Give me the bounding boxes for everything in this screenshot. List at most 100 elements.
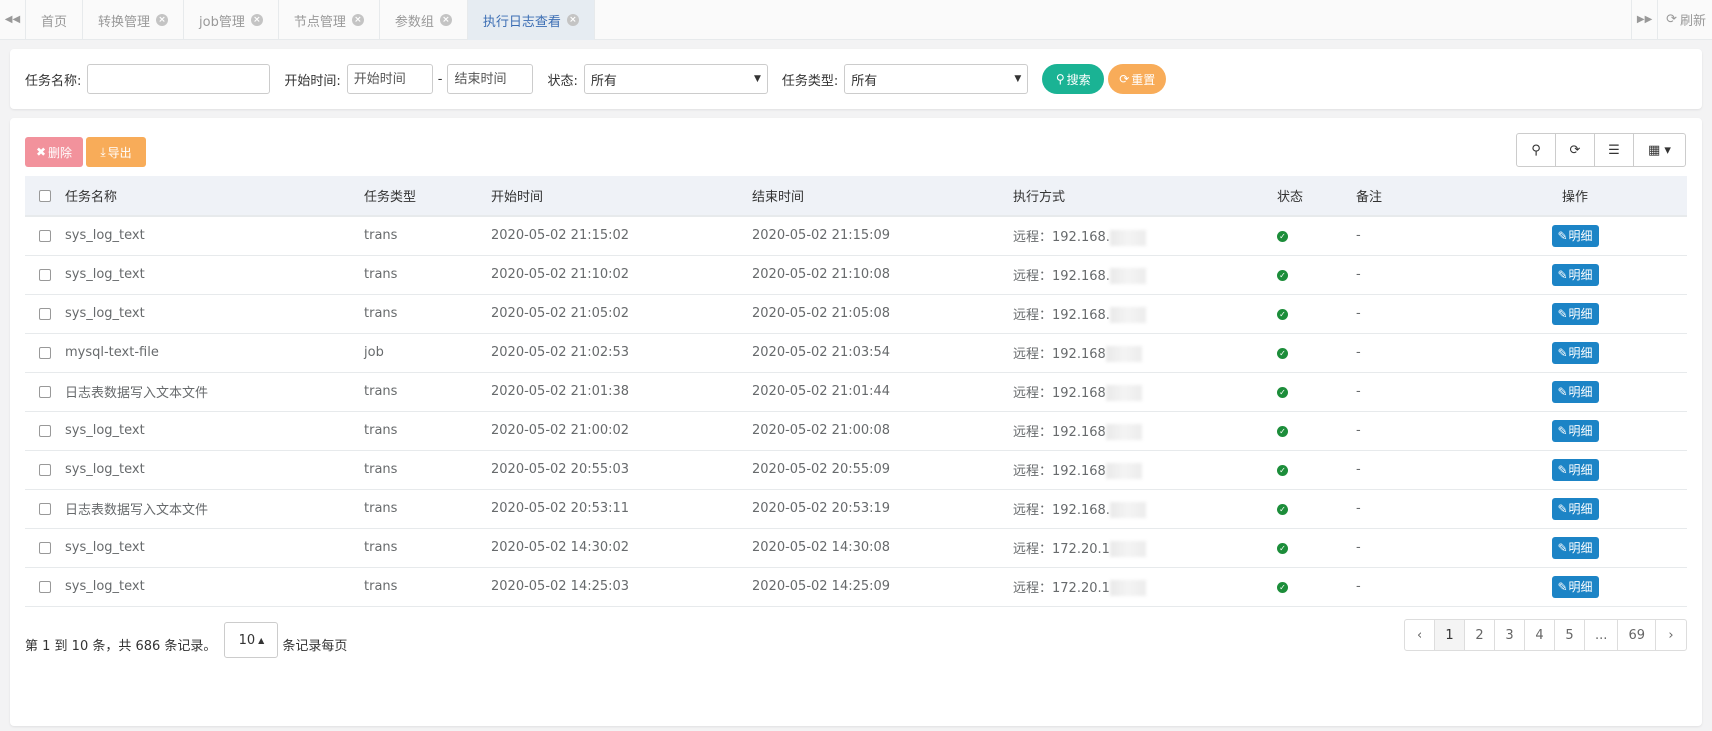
row-checkbox[interactable] <box>39 502 51 515</box>
check-circle-icon: ✓ <box>1277 231 1288 243</box>
task-name-cell: 日志表数据写入文本文件 <box>65 489 364 529</box>
exec-mode-text: 远程：192.168 <box>1013 385 1106 401</box>
tab-scroll-right-button[interactable]: ▶▶ <box>1631 0 1657 39</box>
page-button[interactable]: 5 <box>1555 620 1586 650</box>
tab[interactable]: 转换管理 × <box>83 0 185 40</box>
export-button[interactable]: ⤓ 导出 <box>86 137 146 167</box>
redacted-region <box>1109 229 1146 246</box>
status-cell: ✓ <box>1277 333 1356 373</box>
check-circle-icon: ✓ <box>1277 387 1288 398</box>
row-checkbox[interactable] <box>39 268 51 281</box>
column-header[interactable]: 备注 <box>1356 176 1463 217</box>
start-time-cell: 2020-05-02 21:05:02 <box>491 294 752 334</box>
task-type-cell: trans <box>364 216 491 256</box>
row-checkbox[interactable] <box>39 307 51 320</box>
edit-icon: ✎ <box>1557 345 1568 360</box>
column-header[interactable]: 操作 <box>1463 176 1687 217</box>
row-checkbox[interactable] <box>39 580 51 593</box>
tab[interactable]: job管理 × <box>184 0 279 40</box>
detail-button[interactable]: ✎ 明细 <box>1551 302 1599 325</box>
check-circle-icon: ✓ <box>1277 348 1288 359</box>
row-checkbox[interactable] <box>39 541 51 554</box>
task-type-select[interactable]: 所有 ▼ <box>844 64 1029 94</box>
column-header[interactable]: 执行方式 <box>1013 176 1277 217</box>
table-columns-button[interactable]: ▦ ▾ <box>1634 134 1685 166</box>
start-time-cell: 2020-05-02 21:15:02 <box>491 216 752 256</box>
row-checkbox[interactable] <box>39 424 51 437</box>
close-icon[interactable]: × <box>439 14 452 26</box>
column-header[interactable]: 状态 <box>1277 176 1356 217</box>
page-button[interactable]: 69 <box>1618 620 1656 650</box>
redacted-region <box>1109 268 1146 285</box>
column-header[interactable]: 结束时间 <box>752 176 1013 217</box>
search-button[interactable]: ⚲ 搜索 <box>1042 64 1105 94</box>
next-page-button[interactable]: › <box>1656 620 1686 650</box>
tab[interactable]: 执行日志查看 × <box>467 0 595 40</box>
log-table: 任务名称 任务类型 开始时间 结束时间 执行方式 状态 备注 操作 sys_lo… <box>25 176 1687 607</box>
exec-mode-text: 远程：192.168. <box>1013 230 1110 245</box>
check-circle-icon: ✓ <box>1277 309 1288 320</box>
start-time-input[interactable] <box>346 64 433 94</box>
column-header[interactable]: 开始时间 <box>491 176 752 217</box>
tab-label: job管理 <box>199 14 245 30</box>
tab[interactable]: 节点管理 × <box>279 0 380 40</box>
tab[interactable]: 首页 <box>26 0 84 40</box>
table-card-view-button[interactable]: ☰ <box>1595 134 1634 166</box>
page-button[interactable]: 3 <box>1495 620 1526 650</box>
close-icon[interactable]: × <box>351 14 364 26</box>
column-header[interactable]: 任务类型 <box>364 176 491 217</box>
detail-button[interactable]: ✎ 明细 <box>1551 341 1599 364</box>
row-select-cell <box>25 450 65 490</box>
row-checkbox[interactable] <box>39 229 51 242</box>
reset-button[interactable]: ⟳ 重置 <box>1108 64 1167 94</box>
table-refresh-button[interactable]: ⟳ <box>1556 134 1595 166</box>
prev-page-button[interactable]: ‹ <box>1405 620 1436 650</box>
tab-scroll-left-button[interactable]: ◀◀ <box>0 0 26 39</box>
column-header[interactable]: 任务名称 <box>65 176 364 217</box>
detail-button[interactable]: ✎ 明细 <box>1551 497 1599 520</box>
detail-button[interactable]: ✎ 明细 <box>1551 224 1599 247</box>
table-row: sys_log_text trans 2020-05-02 21:05:02 2020… <box>25 294 1687 334</box>
grid-icon: ▦ ▾ <box>1648 142 1671 158</box>
end-time-cell: 2020-05-02 20:53:19 <box>752 489 1013 529</box>
remark-cell: - <box>1356 567 1463 607</box>
table-search-button[interactable]: ⚲ <box>1517 134 1556 166</box>
detail-button-label: 明细 <box>1568 463 1593 477</box>
task-type-cell: trans <box>364 372 491 412</box>
tab[interactable]: 参数组 × <box>380 0 468 40</box>
detail-button[interactable]: ✎ 明细 <box>1551 575 1599 598</box>
page-size-dropdown[interactable]: 10 ▲ <box>224 622 279 658</box>
row-checkbox[interactable] <box>39 385 51 398</box>
page-button[interactable]: 2 <box>1465 620 1496 650</box>
status-select[interactable]: 所有 ▼ <box>583 64 768 94</box>
detail-button[interactable]: ✎ 明细 <box>1551 380 1599 403</box>
close-icon[interactable]: × <box>156 14 169 26</box>
export-button-label: 导出 <box>107 145 132 160</box>
detail-button[interactable]: ✎ 明细 <box>1551 419 1599 442</box>
remark-cell: - <box>1356 372 1463 412</box>
delete-button[interactable]: ✖ 删除 <box>25 137 83 167</box>
task-name-input[interactable] <box>87 64 271 94</box>
select-all-checkbox[interactable] <box>39 189 51 202</box>
row-checkbox[interactable] <box>39 346 51 359</box>
tab-label: 首页 <box>41 14 68 30</box>
detail-button[interactable]: ✎ 明细 <box>1551 263 1599 286</box>
refresh-button[interactable]: ⟳ 刷新 <box>1657 0 1712 39</box>
close-icon[interactable]: × <box>250 14 263 26</box>
page-button[interactable]: 1 <box>1435 620 1466 650</box>
remark-cell: - <box>1356 528 1463 568</box>
end-time-input[interactable] <box>447 64 534 94</box>
detail-button-label: 明细 <box>1568 580 1593 594</box>
status-cell: ✓ <box>1277 489 1356 529</box>
close-icon[interactable]: × <box>566 14 579 26</box>
detail-button-label: 明细 <box>1568 307 1593 321</box>
start-time-cell: 2020-05-02 14:30:02 <box>491 528 752 568</box>
tab-bar: ◀◀ 首页 转换管理 × job管理 × 节点管理 × 参数组 × 执行日志查看 × ▶▶ ⟳ 刷新 <box>0 0 1712 40</box>
row-checkbox[interactable] <box>39 463 51 476</box>
exec-mode-cell: 远程：192.168 <box>1013 450 1277 490</box>
page-button[interactable]: 4 <box>1525 620 1556 650</box>
detail-button[interactable]: ✎ 明细 <box>1551 458 1599 481</box>
row-select-cell <box>25 333 65 373</box>
detail-button[interactable]: ✎ 明细 <box>1551 536 1599 559</box>
page-button[interactable]: ... <box>1585 620 1619 650</box>
